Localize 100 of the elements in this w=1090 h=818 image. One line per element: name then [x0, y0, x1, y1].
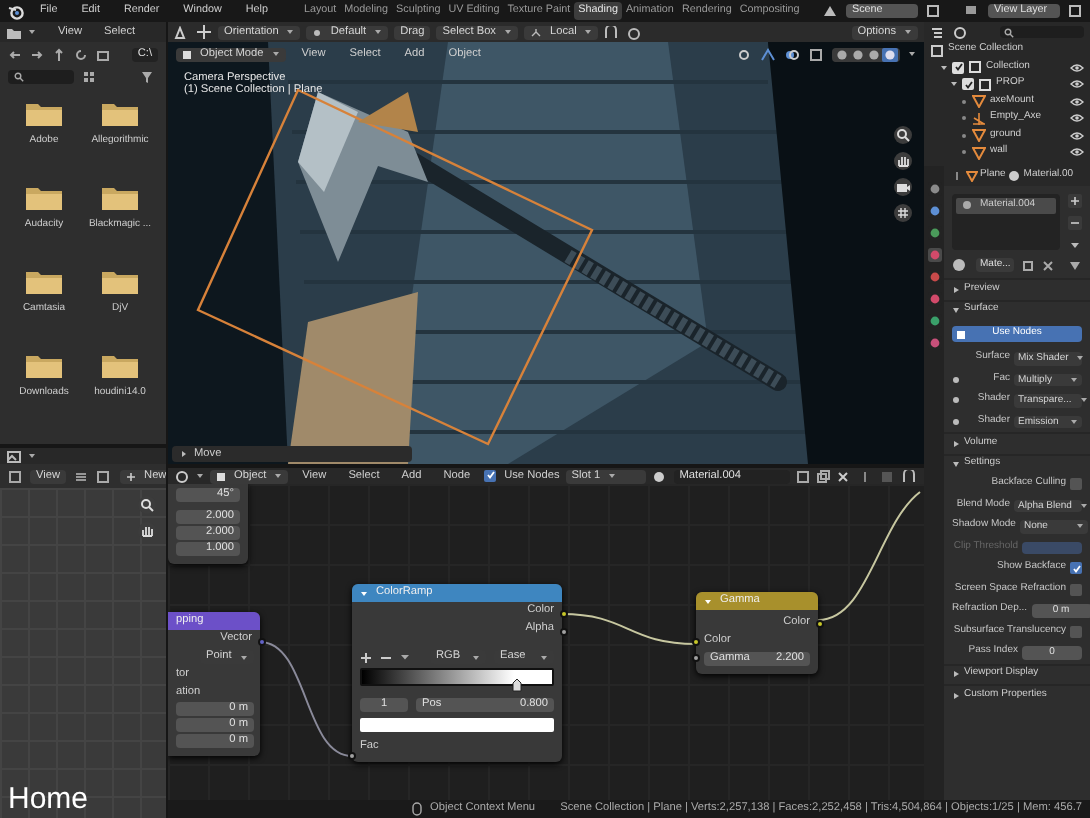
caret-icon	[908, 50, 916, 58]
snap-icon[interactable]	[902, 469, 918, 483]
eye-icon[interactable]	[1070, 129, 1084, 142]
checkbox[interactable]	[1070, 562, 1082, 575]
view-mode-icon[interactable]	[8, 469, 22, 483]
menu-icon[interactable]	[74, 469, 89, 483]
hand-icon[interactable]	[896, 154, 910, 168]
outliner-icon[interactable]	[930, 25, 946, 39]
folder-icon[interactable]	[100, 100, 140, 128]
material-icon	[962, 200, 972, 211]
node-socket[interactable]	[559, 609, 567, 617]
collapse-icon	[704, 597, 712, 605]
search-icon	[14, 71, 24, 81]
socket-icon	[952, 417, 960, 426]
color-swatch[interactable]	[360, 718, 554, 732]
display-mode-icon[interactable]	[952, 25, 968, 39]
mesh-icon	[972, 94, 986, 109]
folder-icon[interactable]	[24, 268, 64, 296]
gizmo-icon[interactable]	[760, 47, 776, 61]
caret-icon	[1079, 396, 1088, 405]
eye-icon[interactable]	[1070, 146, 1084, 159]
node-editor-icon[interactable]	[174, 469, 190, 483]
caret-icon	[180, 449, 188, 458]
caret-icon	[271, 50, 280, 58]
eye-icon[interactable]	[1070, 95, 1084, 108]
caret-icon	[503, 28, 512, 36]
folder-icon[interactable]	[100, 268, 140, 296]
properties-tab-icon[interactable]	[927, 248, 941, 262]
select-tool-icon[interactable]	[174, 25, 190, 39]
mouse-icon	[412, 802, 422, 816]
remove-icon[interactable]	[1068, 215, 1082, 229]
folder-icon[interactable]	[24, 352, 64, 380]
node-socket[interactable]	[257, 637, 265, 645]
node-socket[interactable]	[559, 627, 567, 635]
proportional-edit-icon[interactable]	[626, 25, 643, 39]
close-icon[interactable]	[835, 469, 850, 483]
folder-icon[interactable]	[24, 100, 64, 128]
remove-icon[interactable]	[380, 651, 392, 663]
node-socket[interactable]	[347, 752, 355, 760]
grid-icon[interactable]	[896, 206, 910, 220]
checkbox[interactable]	[1070, 583, 1082, 596]
caret-icon	[608, 472, 617, 480]
forward-arrow-icon[interactable]	[30, 47, 44, 61]
snap-icon[interactable]	[604, 25, 621, 39]
image-editor-icon[interactable]	[6, 449, 22, 463]
caret-icon	[1079, 501, 1088, 510]
display-mode-icon[interactable]	[82, 69, 100, 83]
eye-icon[interactable]	[1070, 61, 1084, 74]
search-field[interactable]	[1000, 25, 1084, 39]
copy-icon[interactable]	[1022, 259, 1035, 271]
caret-icon	[286, 28, 295, 36]
close-icon[interactable]	[1042, 259, 1055, 271]
caret-icon	[904, 28, 912, 36]
color-stop-handle[interactable]	[511, 678, 522, 692]
scene-icon	[822, 4, 838, 18]
socket-icon	[952, 375, 960, 384]
include-checkbox[interactable]	[952, 61, 964, 74]
node-socket[interactable]	[691, 654, 699, 662]
up-arrow-icon[interactable]	[52, 47, 66, 61]
xray-icon[interactable]	[808, 47, 824, 61]
axes-icon	[529, 27, 542, 37]
caret-icon[interactable]	[1068, 237, 1082, 251]
zoom-icon[interactable]	[896, 128, 910, 142]
socket-icon	[952, 396, 960, 405]
move-icon[interactable]	[196, 24, 212, 40]
overlay-icon[interactable]	[784, 47, 800, 61]
folder-icon[interactable]	[100, 184, 140, 212]
folder-icon[interactable]	[100, 352, 140, 380]
use-nodes-checkbox[interactable]	[484, 469, 497, 482]
material-icon[interactable]	[651, 469, 668, 483]
node-socket[interactable]	[691, 637, 699, 645]
caption-text: Home	[8, 784, 89, 816]
eye-icon[interactable]	[1070, 112, 1084, 125]
filter-icon[interactable]	[140, 69, 158, 83]
expand-icon	[952, 691, 960, 700]
material-icon[interactable]	[952, 258, 968, 272]
duplicate-icon[interactable]	[815, 469, 830, 483]
add-icon[interactable]	[360, 651, 372, 663]
search-field[interactable]	[8, 69, 74, 83]
add-icon[interactable]	[1068, 193, 1082, 207]
camera-icon[interactable]	[896, 180, 910, 194]
checkbox[interactable]	[1070, 478, 1082, 491]
caret-icon[interactable]	[400, 652, 410, 662]
collapse-icon	[360, 589, 368, 597]
back-arrow-icon[interactable]	[8, 47, 22, 61]
checkbox[interactable]	[1070, 625, 1082, 638]
visibility-icon[interactable]	[736, 47, 752, 61]
refresh-icon[interactable]	[74, 47, 88, 61]
eye-icon[interactable]	[1070, 78, 1084, 91]
color-ramp[interactable]	[360, 668, 554, 686]
hand-icon[interactable]	[140, 524, 154, 538]
copy-icon	[1068, 4, 1082, 18]
app-logo-icon	[8, 3, 24, 19]
pivot-icon	[312, 27, 323, 37]
folder-icon[interactable]	[24, 184, 64, 212]
caret-icon	[196, 472, 204, 480]
node-socket[interactable]	[815, 619, 823, 627]
zoom-icon[interactable]	[140, 498, 154, 512]
include-checkbox[interactable]	[962, 78, 974, 91]
image-browse-icon[interactable]	[96, 469, 113, 483]
